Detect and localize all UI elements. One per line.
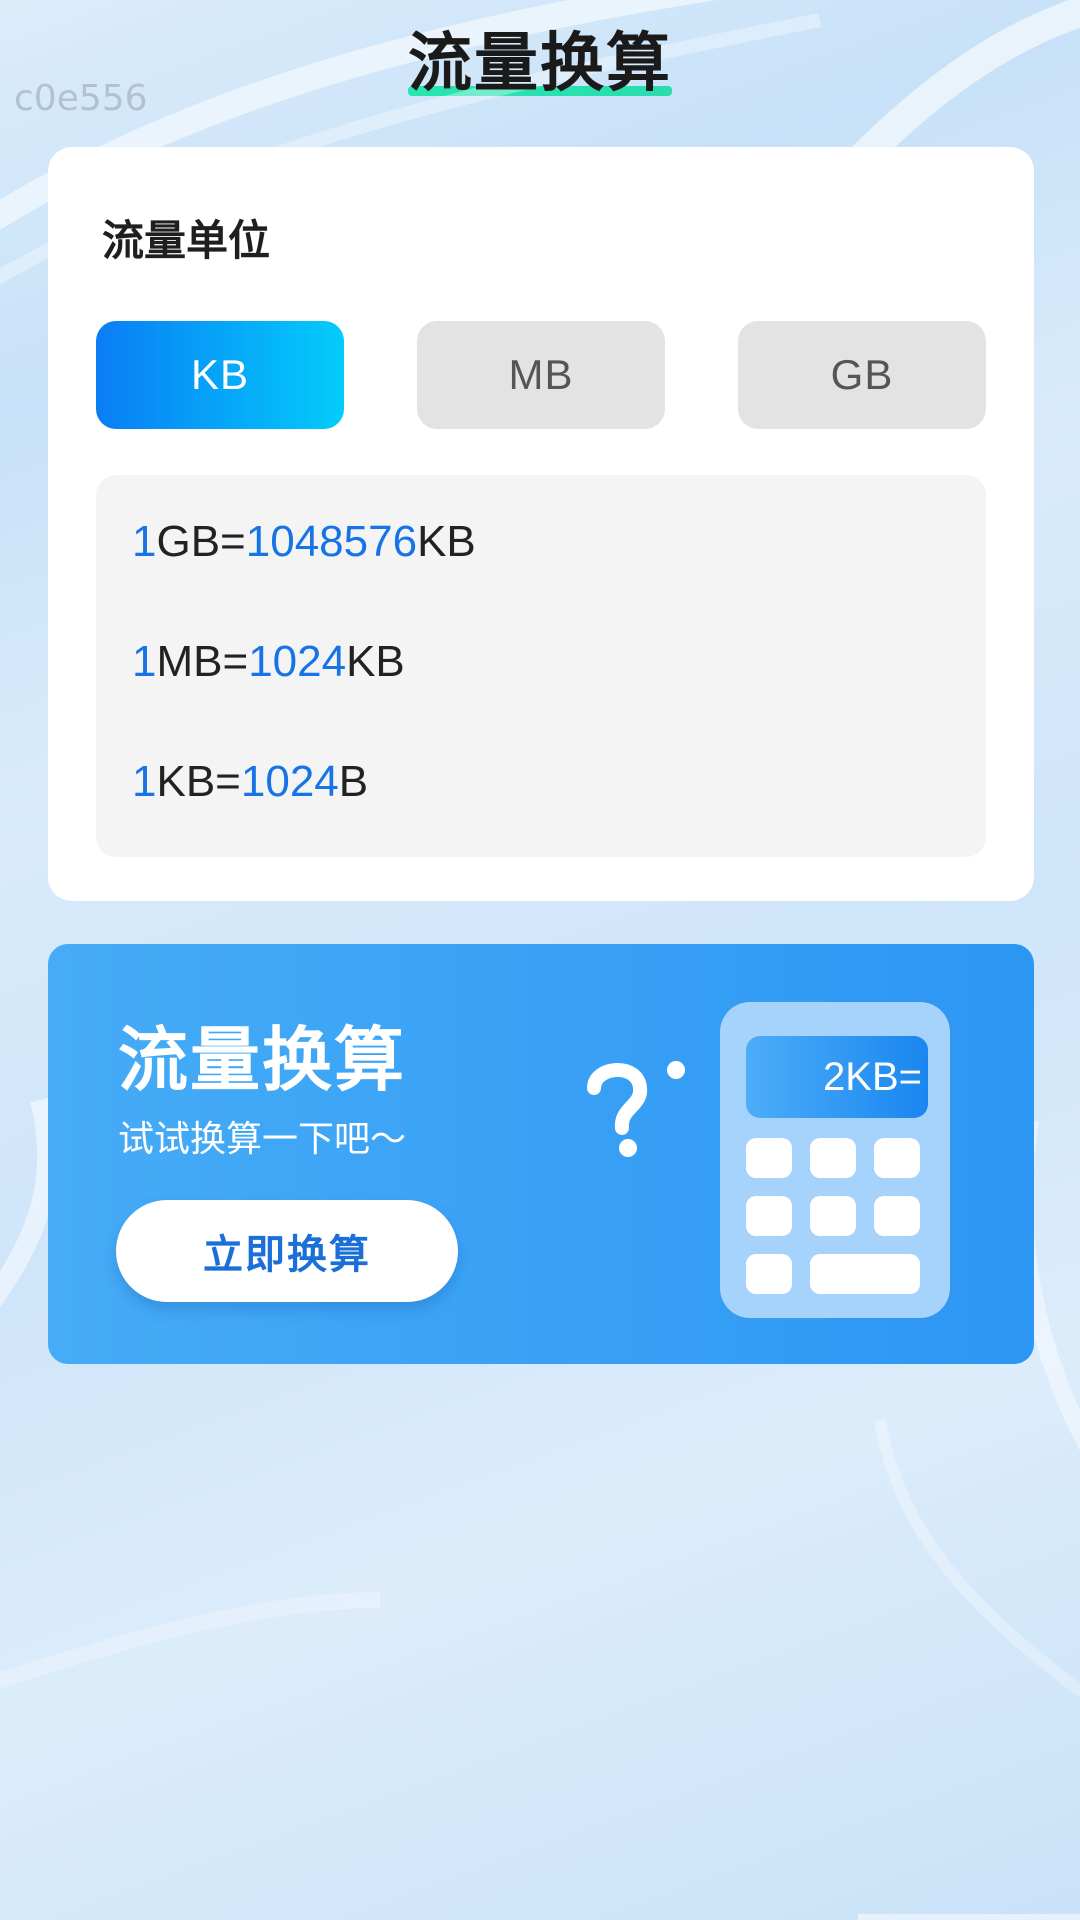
calculator-key <box>810 1138 856 1178</box>
unit-button-kb[interactable]: KB <box>96 321 344 429</box>
conversion-lhs-unit: KB= <box>156 757 241 806</box>
home-indicator <box>858 1914 1080 1920</box>
conversion-rhs-unit: B <box>338 757 369 806</box>
conversion-rhs-number: 1024 <box>248 637 347 686</box>
calculator-key <box>746 1254 792 1294</box>
conversion-row-kb: 1KB=1024B <box>132 757 368 807</box>
calculator-key <box>746 1196 792 1236</box>
conversion-rhs-unit: KB <box>417 517 476 566</box>
calculator-key <box>746 1138 792 1178</box>
conversion-rhs-number: 1048576 <box>245 517 418 566</box>
promo-banner: 流量换算 试试换算一下吧～ 立即换算 2KB= <box>48 944 1034 1364</box>
conversion-rhs-number: 1024 <box>240 757 339 806</box>
convert-now-button[interactable]: 立即换算 <box>116 1200 458 1302</box>
calculator-key <box>874 1138 920 1178</box>
conversion-lhs-number: 1 <box>132 637 157 686</box>
unit-section-label: 流量单位 <box>102 207 273 268</box>
calculator-key <box>874 1196 920 1236</box>
conversion-row-mb: 1MB=1024KB <box>132 637 405 687</box>
conversion-rhs-unit: KB <box>346 637 405 686</box>
unit-button-mb[interactable]: MB <box>417 321 665 429</box>
promo-subtitle: 试试换算一下吧～ <box>118 1119 407 1160</box>
calculator-display: 2KB= <box>746 1036 928 1118</box>
calculator-key <box>810 1196 856 1236</box>
conversion-list: 1GB=1048576KB 1MB=1024KB 1KB=1024B <box>96 475 986 857</box>
conversion-lhs-number: 1 <box>132 757 157 806</box>
page-title-text: 流量换算 <box>408 12 672 104</box>
page-title: 流量换算 <box>0 12 1080 104</box>
question-mark-icon <box>587 1061 685 1157</box>
calculator-key-wide <box>810 1254 920 1294</box>
conversion-lhs-number: 1 <box>132 517 157 566</box>
conversion-lhs-unit: GB= <box>156 517 246 566</box>
unit-button-gb[interactable]: GB <box>738 321 986 429</box>
conversion-lhs-unit: MB= <box>156 637 249 686</box>
promo-title: 流量换算 <box>118 1019 406 1101</box>
calculator-icon: 2KB= <box>720 1002 950 1318</box>
unit-card: 流量单位 KB MB GB 1GB=1048576KB 1MB=1024KB 1… <box>48 147 1034 901</box>
conversion-row-gb: 1GB=1048576KB <box>132 517 476 567</box>
